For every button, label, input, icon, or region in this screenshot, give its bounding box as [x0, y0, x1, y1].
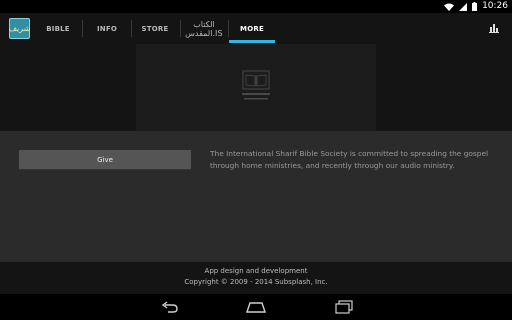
tab-divider	[82, 20, 83, 37]
home-button[interactable]	[244, 298, 268, 316]
tab-info[interactable]: INFO	[84, 13, 130, 44]
bible-society-logo-icon	[242, 70, 270, 100]
status-icons: 10:26	[444, 0, 508, 13]
tab-arabic-line2: المقدس.IS	[185, 28, 223, 38]
mission-statement: The International Sharif Bible Society i…	[210, 149, 489, 170]
footer: App design and development Copyright © 2…	[0, 262, 512, 294]
tab-store-label: STORE	[141, 24, 169, 33]
bar-chart-icon[interactable]	[489, 23, 499, 33]
recents-icon	[335, 300, 353, 314]
tab-bible-label: BIBLE	[46, 24, 70, 33]
battery-icon	[472, 2, 478, 11]
back-icon	[161, 301, 178, 313]
recents-button[interactable]	[332, 298, 356, 316]
status-bar: 10:26	[0, 0, 512, 13]
tab-more-label: MORE	[240, 24, 264, 33]
app-logo-text: شريف	[8, 24, 31, 33]
active-tab-indicator	[229, 40, 275, 43]
tab-bible[interactable]: BIBLE	[36, 13, 80, 44]
signal-icon	[459, 2, 468, 11]
footer-copyright[interactable]: Copyright © 2009 - 2014 Subsplash, Inc.	[0, 277, 512, 288]
wifi-icon	[444, 3, 455, 11]
main-content: Give The International Sharif Bible Soci…	[0, 131, 512, 262]
tab-arabic-bible[interactable]: الكتاب المقدس.IS	[181, 13, 227, 44]
tab-store[interactable]: STORE	[132, 13, 178, 44]
footer-credit: App design and development	[204, 267, 308, 275]
home-icon	[246, 302, 266, 313]
app-logo-icon[interactable]: شريف	[9, 18, 30, 39]
status-time: 10:26	[482, 1, 508, 11]
give-button[interactable]: Give	[19, 150, 191, 170]
tab-info-label: INFO	[97, 24, 117, 33]
navigation-bar	[0, 294, 512, 320]
back-button[interactable]	[158, 298, 182, 316]
give-button-label: Give	[97, 155, 113, 164]
tab-arabic-line1: الكتاب	[193, 19, 215, 29]
